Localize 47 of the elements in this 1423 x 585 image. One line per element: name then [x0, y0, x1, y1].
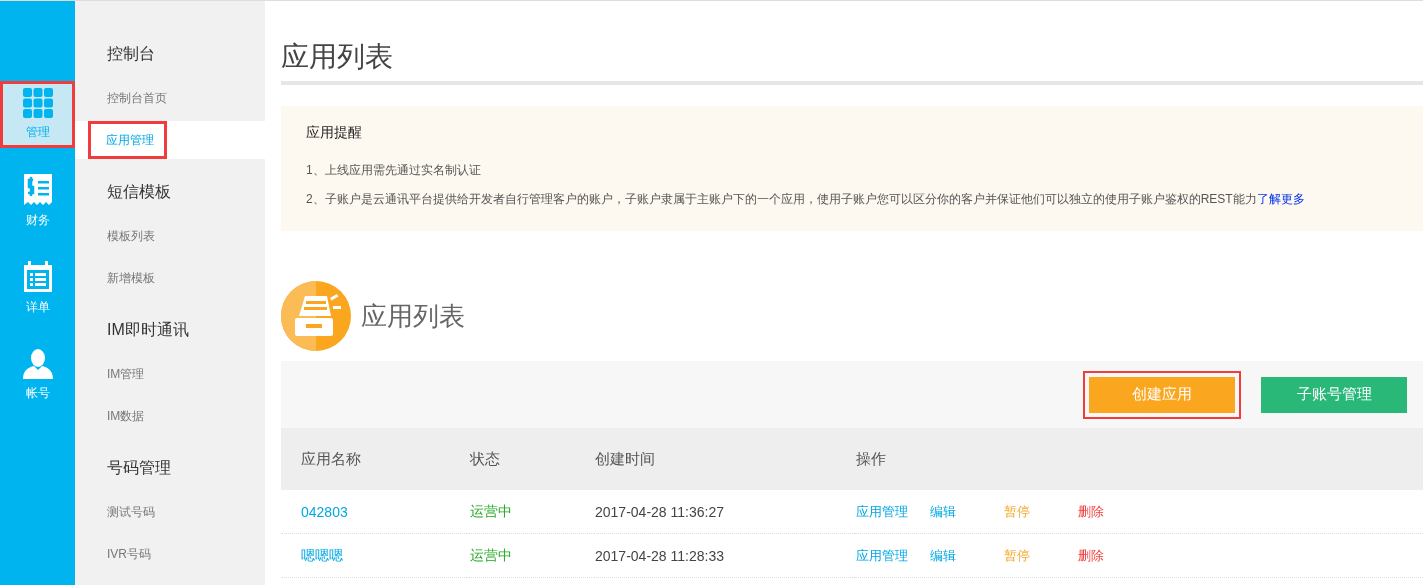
nav-item[interactable]: 详单 [0, 255, 75, 322]
menu-item[interactable]: 新增模板 [75, 259, 265, 297]
grid-icon [22, 88, 53, 118]
action-link[interactable]: 编辑 [930, 546, 1004, 565]
notice-title: 应用提醒 [306, 124, 363, 142]
receipt-icon [23, 174, 52, 206]
table-cell: 2017-04-28 11:36:27 [594, 490, 855, 534]
calendar-icon [22, 261, 53, 293]
menu-heading: IM即时通讯 [106, 320, 190, 340]
page-title: 应用列表 [281, 39, 1423, 85]
learn-more-link[interactable]: 了解更多 [1256, 192, 1305, 206]
menu-item[interactable]: 应用管理 [75, 121, 265, 159]
menu-item[interactable]: IM管理 [75, 355, 265, 393]
status-text: 运营中 [470, 502, 512, 519]
column-header: 状态 [469, 428, 594, 490]
menu-item[interactable]: IM数据 [75, 397, 265, 435]
column-header: 应用名称 [281, 428, 469, 490]
menu-item[interactable]: 控制台首页 [75, 79, 265, 117]
nav-item[interactable]: 帐号 [0, 342, 75, 409]
app-name-link[interactable]: 042803 [301, 503, 348, 520]
action-link[interactable]: 删除 [1078, 546, 1152, 565]
menu-item[interactable]: IVR号码 [75, 535, 265, 573]
action-button[interactable]: 子账号管理 [1261, 376, 1407, 413]
menu-heading: 短信模板 [106, 182, 172, 202]
column-header: 创建时间 [594, 428, 855, 490]
menu-heading: 控制台 [106, 44, 156, 64]
table-cell: 2017-04-28 11:28:33 [594, 533, 855, 578]
status-text: 运营中 [470, 546, 512, 563]
action-link[interactable]: 暂停 [1004, 546, 1078, 565]
menu-heading: 号码管理 [106, 458, 172, 478]
menu-item[interactable]: 测试号码 [75, 493, 265, 531]
column-header: 操作 [855, 428, 1423, 490]
notice-text: 1、上线应用需先通过实名制认证 [306, 162, 482, 179]
nav-item[interactable]: 财务 [0, 168, 75, 235]
action-link[interactable]: 编辑 [930, 502, 1004, 521]
notice-text: 2、子账户是云通讯平台提供给开发者自行管理客户的账户，子账户隶属于主账户下的一个应用，使用子账户您可以区分你的客户并保证他们可以独立的使用子账户鉴权的REST能力了解更多 [306, 191, 1306, 208]
action-link[interactable]: 应用管理 [856, 502, 930, 521]
action-link[interactable]: 应用管理 [856, 546, 930, 565]
action-link[interactable]: 删除 [1078, 502, 1152, 521]
inbox-tray-icon [281, 281, 351, 351]
action-link[interactable]: 暂停 [1004, 502, 1078, 521]
menu-item[interactable]: 模板列表 [75, 217, 265, 255]
action-button[interactable]: 创建应用 [1089, 376, 1235, 413]
section-title: 应用列表 [361, 299, 465, 333]
person-icon [22, 349, 53, 379]
app-name-link[interactable]: 嗯嗯嗯 [301, 546, 343, 563]
nav-item[interactable]: 管理 [0, 81, 75, 148]
